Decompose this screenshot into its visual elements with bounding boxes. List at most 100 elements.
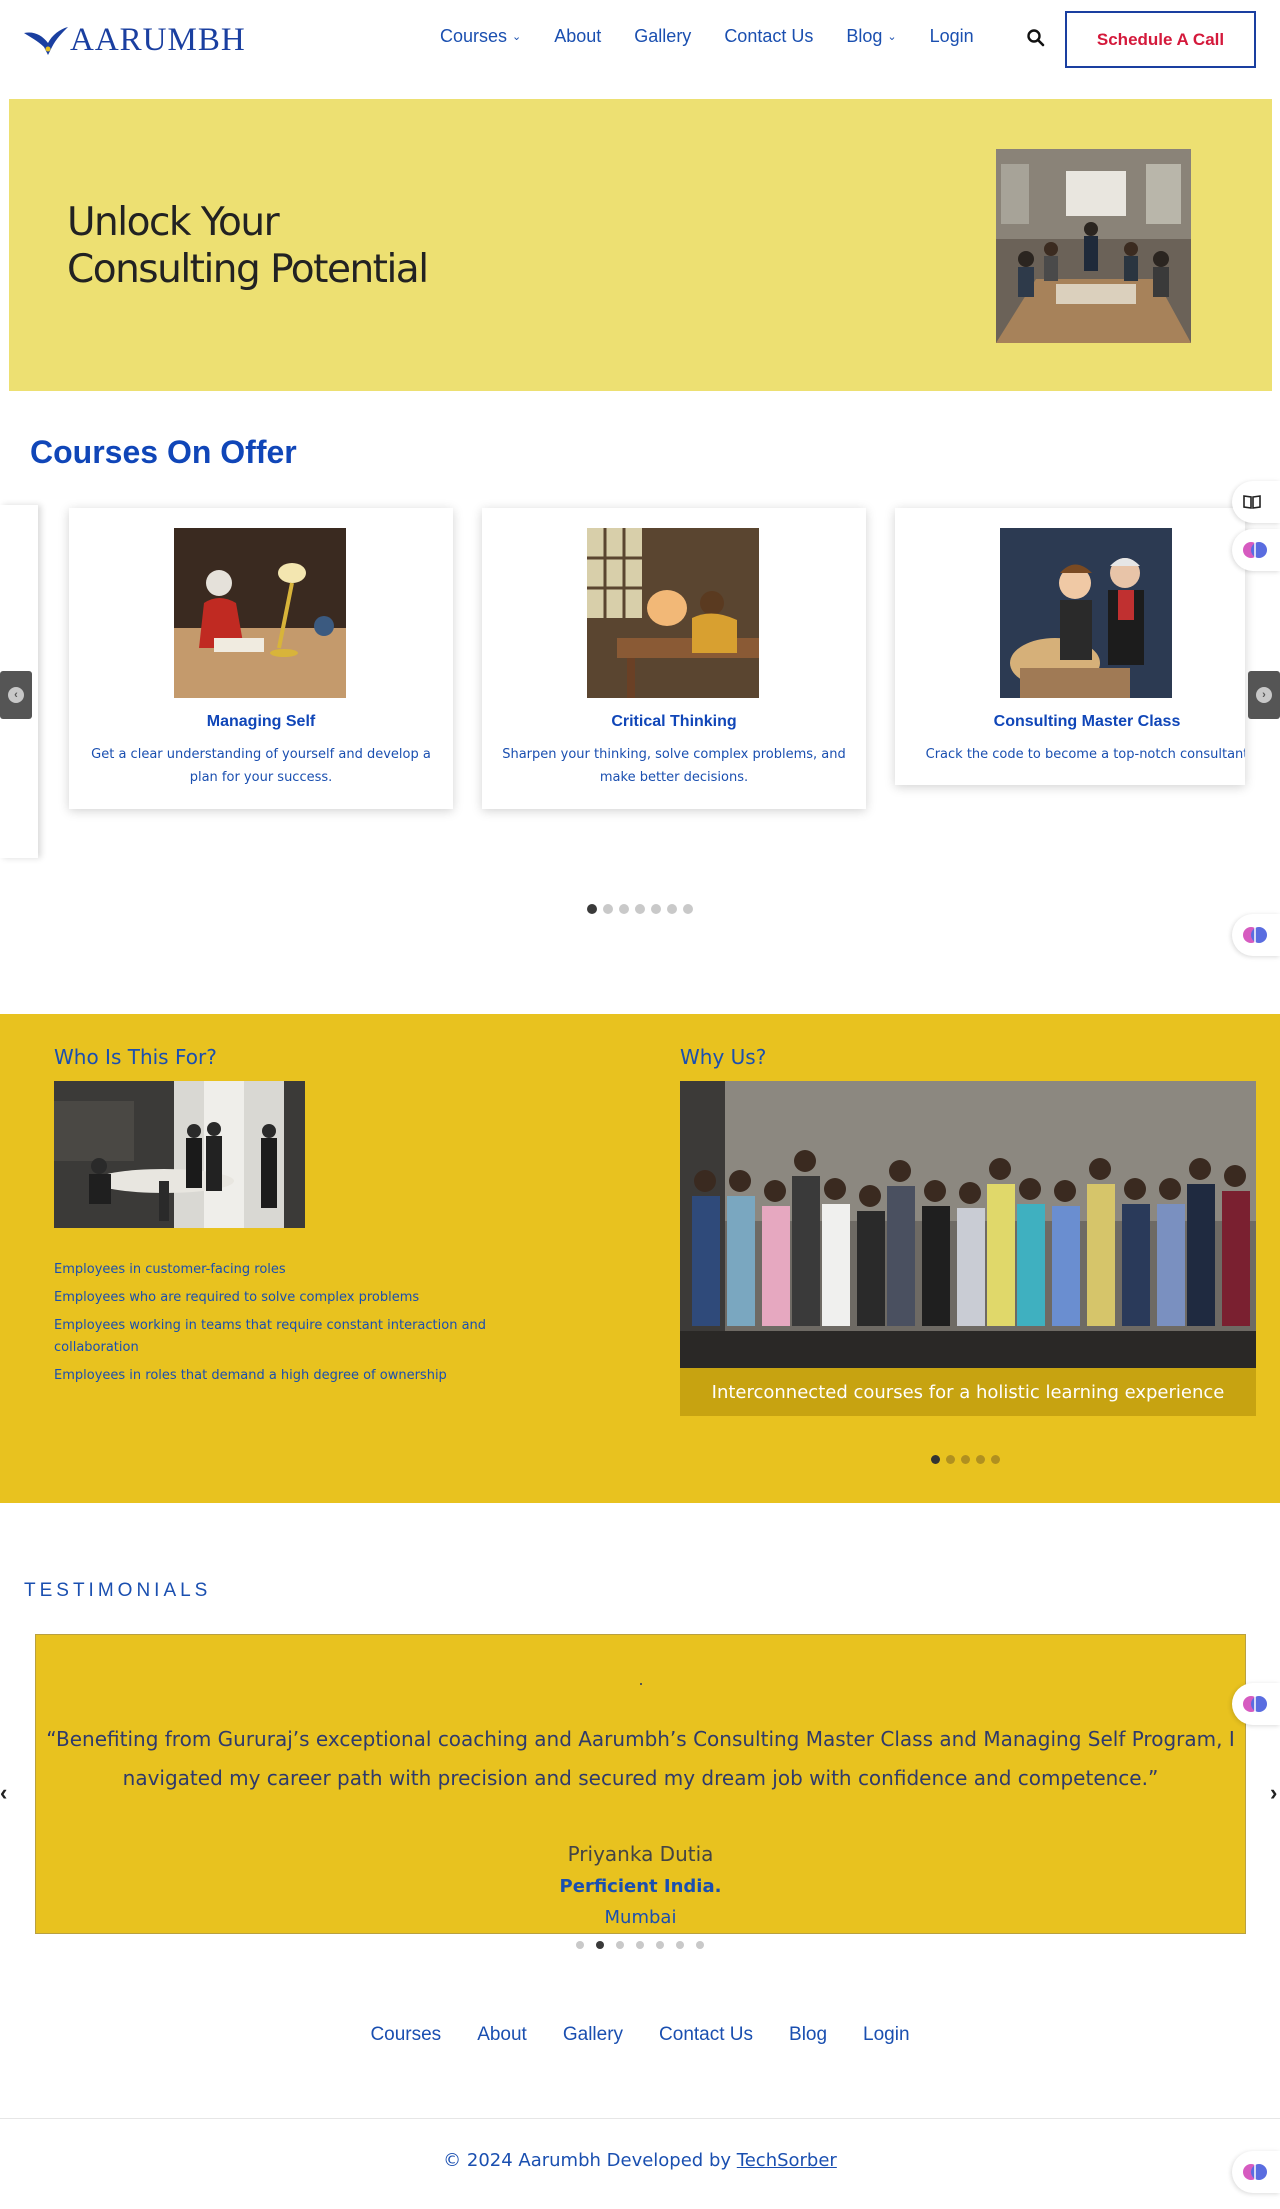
thinker-at-desk-illustration [587,528,759,698]
nav-login[interactable]: Login [930,26,974,47]
nav-courses[interactable]: Courses ⌄ [440,26,521,47]
carousel-dot[interactable] [976,1455,985,1464]
course-title: Critical Thinking [611,713,737,730]
nav-gallery[interactable]: Gallery [634,26,691,47]
course-title: Managing Self [206,713,316,730]
chevron-down-icon: ⌄ [887,31,897,43]
footer-link-gallery[interactable]: Gallery [563,2024,623,2046]
chevron-right-icon: › [1256,687,1272,703]
carousel-dot[interactable] [667,904,677,914]
carousel-dot[interactable] [931,1455,940,1464]
ai-brain-widget-button[interactable] [1232,914,1280,956]
carousel-dot[interactable] [946,1455,955,1464]
ai-brain-widget-button[interactable] [1232,529,1280,571]
chevron-left-icon: ‹ [8,687,24,703]
footer-nav: Courses About Gallery Contact Us Blog Lo… [0,2024,1280,2046]
course-card-critical-thinking[interactable]: Critical Thinking Sharpen your thinking,… [482,508,866,809]
nav-contact-label: Contact Us [724,26,814,46]
testimonials-heading: TESTIMONIALS [24,1580,212,1601]
course-image [174,528,346,698]
footer-link-contact-us[interactable]: Contact Us [659,2024,753,2046]
footer-divider [0,2118,1280,2119]
carousel-dot[interactable] [635,904,645,914]
course-card-managing-self[interactable]: Managing Self Get a clear understanding … [69,508,453,809]
course-description: Crack the code to become a top-notch con… [925,747,1245,762]
footer-link-courses[interactable]: Courses [370,2024,441,2046]
hero-meeting-image [996,149,1191,343]
carousel-dot[interactable] [651,904,661,914]
copyright-text: © 2024 Aarumbh Developed by [443,2150,732,2171]
who-list: Employees in customer-facing roles Emplo… [54,1259,524,1393]
nav-about-label: About [554,26,602,46]
carousel-dot[interactable] [961,1455,970,1464]
footer-link-blog[interactable]: Blog [789,2024,827,2046]
chevron-down-icon: ⌄ [512,31,522,43]
carousel-dot[interactable] [991,1455,1000,1464]
nav-contact-us[interactable]: Contact Us [724,26,813,47]
hero-title: Unlock Your Consulting Potential [67,199,467,293]
courses-carousel-dots [587,904,693,914]
bird-logo-icon [24,27,68,55]
testimonial-city: Mumbai [604,1907,677,1928]
carousel-dot[interactable] [587,904,597,914]
group-photo-illustration [680,1081,1256,1368]
testimonial-quote: “Benefiting from Gururaj’s exceptional c… [46,1727,1235,1790]
ai-brain-widget-button[interactable] [1232,2151,1280,2193]
testimonial-company: Perficient India. [559,1876,722,1897]
courses-next-button[interactable]: › [1248,671,1280,719]
search-icon[interactable] [1026,28,1046,48]
course-card-consulting-master-class[interactable]: Consulting Master Class Crack the code t… [895,508,1245,785]
decorative-dot [640,1683,642,1685]
nav-blog-label: Blog [846,26,883,46]
copyright: © 2024 Aarumbh Developed by TechSorber [0,2150,1280,2171]
consultants-illustration [1000,528,1172,698]
nav-courses-label: Courses [440,26,508,46]
carousel-dot[interactable] [636,1941,644,1949]
person-at-desk-illustration [174,528,346,698]
testimonials-next-button[interactable]: › [1270,1780,1277,1806]
footer-link-about[interactable]: About [477,2024,527,2046]
nav-blog[interactable]: Blog ⌄ [846,26,896,47]
course-title: Consulting Master Class [993,713,1181,730]
why-group-photo [680,1081,1256,1368]
who-list-item: Employees who are required to solve comp… [54,1290,420,1305]
book-icon [1243,495,1261,509]
carousel-dot[interactable] [596,1941,604,1949]
reader-widget-button[interactable] [1232,481,1280,523]
nav-about[interactable]: About [554,26,601,47]
why-heading: Why Us? [680,1045,767,1069]
who-list-item: Employees working in teams that require … [54,1318,487,1355]
carousel-dot[interactable] [656,1941,664,1949]
hero-title-line1: Unlock Your [67,200,280,245]
testimonial-slide: “Benefiting from Gururaj’s exceptional c… [35,1634,1246,1934]
carousel-dot[interactable] [576,1941,584,1949]
why-carousel-dots [931,1455,1000,1464]
courses-prev-button[interactable]: ‹ [0,671,32,719]
course-image [587,528,759,698]
carousel-dot[interactable] [603,904,613,914]
carousel-dot[interactable] [616,1941,624,1949]
carousel-dot[interactable] [683,904,693,914]
who-office-image [54,1081,305,1228]
ai-brain-widget-button[interactable] [1232,1683,1280,1725]
schedule-call-button[interactable]: Schedule A Call [1065,11,1256,68]
testimonials-carousel-dots [576,1941,704,1949]
carousel-dot[interactable] [619,904,629,914]
carousel-dot[interactable] [676,1941,684,1949]
site-header: AARUMBH Courses ⌄ About Gallery Contact U… [0,0,1280,78]
logo-text: AARUMBH [70,21,246,58]
carousel-dot[interactable] [696,1941,704,1949]
meeting-room-illustration [996,149,1191,343]
courses-heading: Courses On Offer [30,434,297,470]
logo[interactable]: AARUMBH [22,20,246,60]
footer-link-login[interactable]: Login [863,2024,910,2046]
nav-gallery-label: Gallery [634,26,692,46]
why-slide-caption: Interconnected courses for a holistic le… [680,1368,1256,1416]
brain-icon [1243,542,1267,558]
nav-login-label: Login [929,26,974,46]
course-description: Get a clear understanding of yourself an… [91,747,431,785]
developer-link[interactable]: TechSorber [737,2150,837,2171]
testimonials-prev-button[interactable]: ‹ [0,1780,7,1806]
brain-icon [1243,927,1267,943]
who-list-item: Employees in roles that demand a high de… [54,1368,447,1383]
